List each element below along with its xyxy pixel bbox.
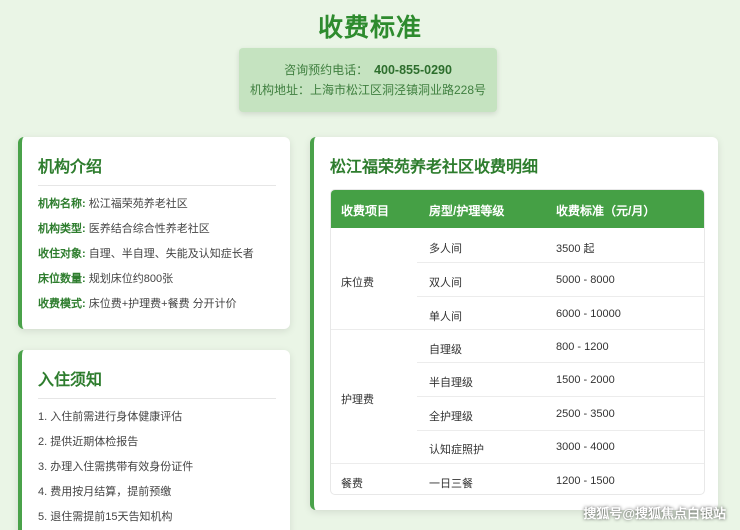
row-divider [417, 362, 704, 363]
type-cell: 一日三餐 [429, 478, 473, 490]
row-divider [417, 262, 704, 263]
intro-value: 自理、半自理、失能及认知症长者 [88, 248, 254, 260]
price-cell: 800 - 1200 [556, 341, 609, 353]
intro-row: 机构名称: 松江福荣苑养老社区 [38, 198, 276, 211]
intro-value: 规划床位约800张 [88, 273, 174, 285]
price-cell: 5000 - 8000 [556, 274, 615, 286]
header-type: 房型/护理等级 [429, 204, 505, 218]
table-header: 收费项目 房型/护理等级 收费标准（元/月） [331, 190, 704, 228]
intro-value: 松江福荣苑养老社区 [88, 198, 188, 210]
notice-item: 2. 提供近期体检报告 [38, 436, 139, 448]
intro-row: 床位数量: 规划床位约800张 [38, 273, 276, 286]
row-divider [417, 296, 704, 297]
intro-row: 收费模式: 床位费+护理费+餐费 分开计价 [38, 298, 276, 311]
notice-card: 入住须知 1. 入住前需进行身体健康评估 2. 提供近期体检报告 3. 办理入住… [18, 350, 290, 530]
intro-title: 机构介绍 [38, 153, 276, 186]
row-divider [417, 396, 704, 397]
intro-key: 收住对象: [38, 248, 86, 260]
type-cell: 认知症照护 [429, 444, 484, 456]
notice-item: 5. 退住需提前15天告知机构 [38, 511, 173, 523]
fees-table: 收费项目 房型/护理等级 收费标准（元/月） 床位费 多人间 3500 起 双人… [330, 189, 705, 495]
group-divider [331, 463, 704, 464]
row-divider [417, 430, 704, 431]
contact-box: 咨询预约电话： 400-855-0290 机构地址：上海市松江区洞泾镇洞业路228… [239, 48, 497, 112]
type-cell: 多人间 [429, 243, 462, 255]
header-category: 收费项目 [341, 204, 390, 218]
intro-key: 机构名称: [38, 198, 86, 210]
intro-key: 机构类型: [38, 223, 86, 235]
intro-card: 机构介绍 机构名称: 松江福荣苑养老社区 机构类型: 医养结合综合性养老社区 收… [18, 137, 290, 329]
type-cell: 双人间 [429, 277, 462, 289]
phone-line: 咨询预约电话： 400-855-0290 [239, 60, 497, 80]
notice-title: 入住须知 [38, 366, 276, 399]
price-cell: 6000 - 10000 [556, 308, 621, 320]
notice-item: 3. 办理入住需携带有效身份证件 [38, 461, 194, 473]
type-cell: 单人间 [429, 311, 462, 323]
category-cell: 餐费 [341, 478, 363, 490]
intro-key: 床位数量: [38, 273, 86, 285]
price-cell: 1200 - 1500 [556, 475, 615, 487]
price-cell: 2500 - 3500 [556, 408, 615, 420]
intro-key: 收费模式: [38, 298, 86, 310]
type-cell: 全护理级 [429, 411, 473, 423]
address-label: 机构地址： [249, 83, 310, 97]
group-divider [331, 329, 704, 330]
intro-row: 收住对象: 自理、半自理、失能及认知症长者 [38, 248, 276, 261]
watermark-text: 搜狐号@搜狐焦点白银站 [583, 506, 726, 521]
header-price: 收费标准（元/月） [556, 204, 656, 218]
intro-row: 机构类型: 医养结合综合性养老社区 [38, 223, 276, 236]
category-cell: 床位费 [341, 277, 374, 289]
price-cell: 3000 - 4000 [556, 441, 615, 453]
fees-title: 松江福荣苑养老社区收费明细 [330, 159, 539, 176]
notice-item: 4. 费用按月结算，提前预缴 [38, 486, 172, 498]
phone-number[interactable]: 400-855-0290 [374, 63, 452, 77]
price-cell: 1500 - 2000 [556, 374, 615, 386]
type-cell: 半自理级 [429, 377, 473, 389]
intro-value: 床位费+护理费+餐费 分开计价 [88, 298, 237, 310]
price-cell: 3500 起 [556, 243, 595, 255]
category-cell: 护理费 [341, 394, 374, 406]
type-cell: 自理级 [429, 344, 462, 356]
address-line: 机构地址：上海市松江区洞泾镇洞业路228号 [239, 80, 497, 100]
page-title: 收费标准 [317, 14, 422, 42]
phone-label: 咨询预约电话： [284, 63, 369, 77]
notice-item: 1. 入住前需进行身体健康评估 [38, 411, 183, 423]
fees-card: 松江福荣苑养老社区收费明细 收费项目 房型/护理等级 收费标准（元/月） 床位费… [310, 137, 718, 510]
address-value: 上海市松江区洞泾镇洞业路228号 [309, 83, 487, 97]
intro-value: 医养结合综合性养老社区 [88, 223, 210, 235]
